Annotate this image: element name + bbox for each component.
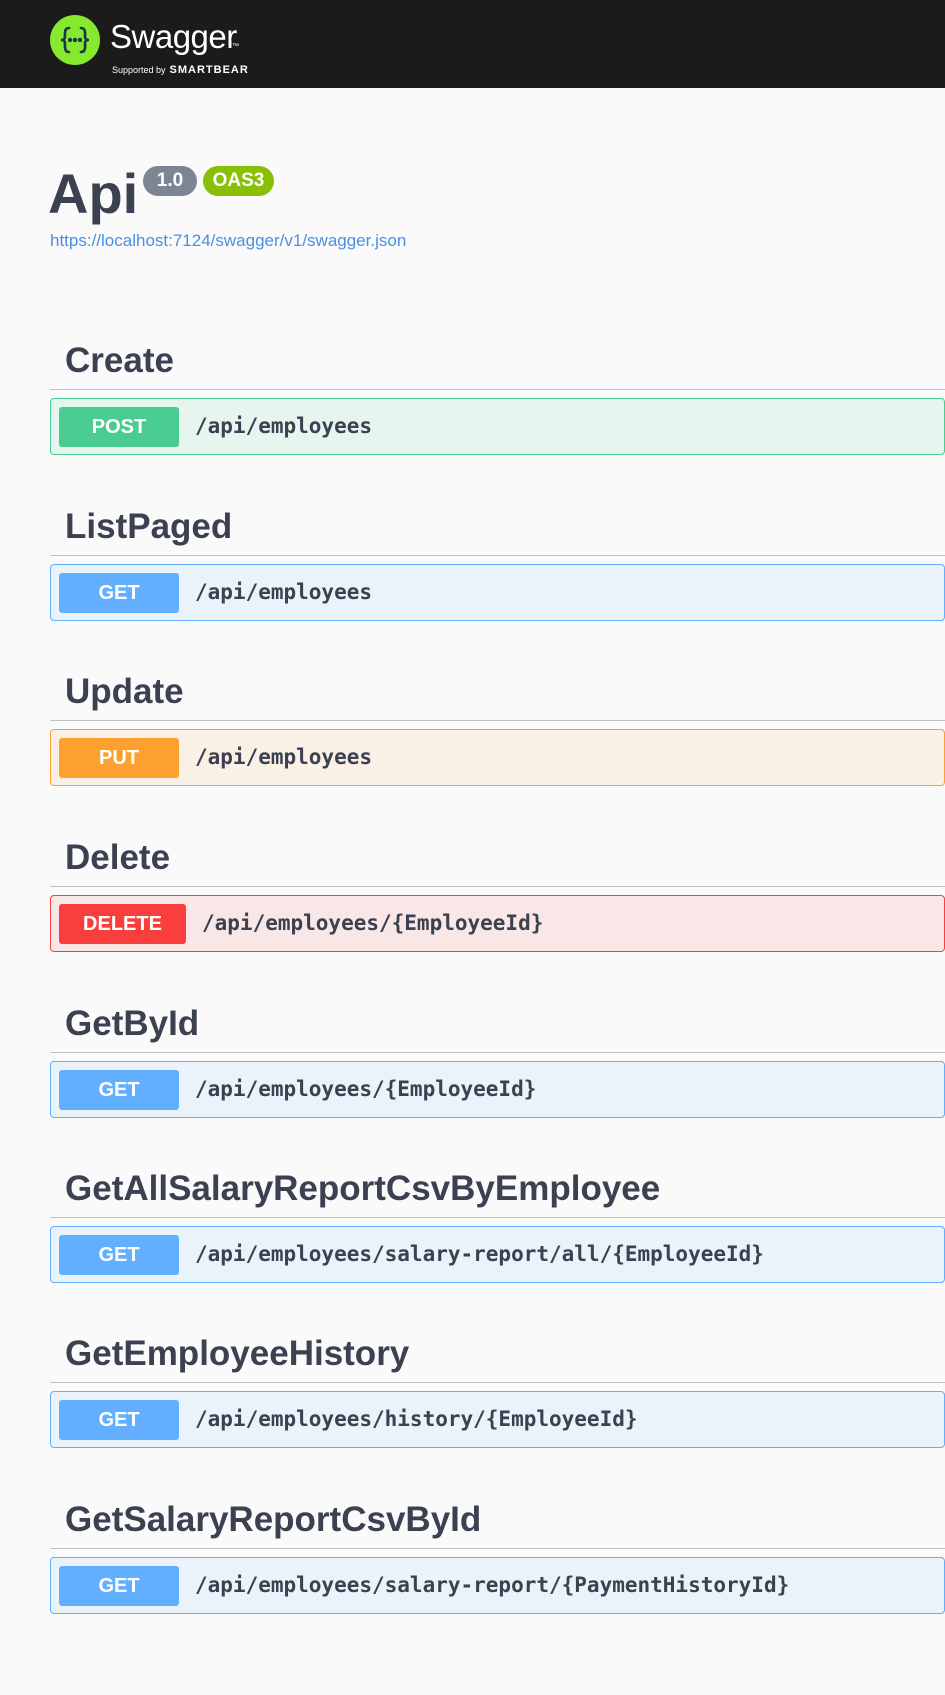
tag-name: Create xyxy=(65,341,174,380)
swagger-logo-icon xyxy=(50,15,100,65)
tag-name: GetById xyxy=(65,1004,200,1043)
opblock-get-salary-report-all[interactable]: GET /api/employees/salary-report/all/{Em… xyxy=(50,1226,945,1283)
logo-supported-by: Supported by SMARTBEAR xyxy=(112,60,249,78)
method-badge: POST xyxy=(59,407,179,447)
tag-name: GetSalaryReportCsvById xyxy=(65,1500,482,1539)
tag-header-update[interactable]: Update xyxy=(50,664,945,721)
endpoint-path: /api/employees/{EmployeeId} xyxy=(202,911,544,935)
endpoint-path: /api/employees/{EmployeeId} xyxy=(195,1077,537,1101)
method-badge: GET xyxy=(59,1400,179,1440)
endpoint-path: /api/employees/salary-report/all/{Employ… xyxy=(195,1242,764,1266)
swagger-logo-link[interactable]: Swagger ™ Supported by SMARTBEAR xyxy=(48,13,268,78)
opblock-post-employees[interactable]: POST /api/employees xyxy=(50,398,945,455)
endpoint-path: /api/employees xyxy=(195,580,373,604)
tag-header-getbyid[interactable]: GetById xyxy=(50,996,945,1053)
smartbear-brand: SMARTBEAR xyxy=(169,64,249,76)
opblock-delete-employee[interactable]: DELETE /api/employees/{EmployeeId} xyxy=(50,895,945,952)
endpoint-path: /api/employees/salary-report/{PaymentHis… xyxy=(195,1573,790,1597)
opblock-get-employee-by-id[interactable]: GET /api/employees/{EmployeeId} xyxy=(50,1061,945,1118)
opblock-put-employees[interactable]: PUT /api/employees xyxy=(50,729,945,786)
tag-header-getemployeehistory[interactable]: GetEmployeeHistory xyxy=(50,1326,945,1383)
api-title: Api xyxy=(48,162,139,225)
supported-by-text: Supported by xyxy=(112,65,166,75)
opblock-get-employee-history[interactable]: GET /api/employees/history/{EmployeeId} xyxy=(50,1391,945,1448)
endpoint-path: /api/employees xyxy=(195,745,373,769)
opblock-get-employees[interactable]: GET /api/employees xyxy=(50,564,945,621)
tag-name: Update xyxy=(65,672,184,711)
tag-name: ListPaged xyxy=(65,507,233,546)
oas-badge: OAS3 xyxy=(203,166,274,196)
tag-header-getallsalaryreportcsvbyemployee[interactable]: GetAllSalaryReportCsvByEmployee xyxy=(50,1161,945,1218)
tag-name: Delete xyxy=(65,838,171,877)
tag-header-delete[interactable]: Delete xyxy=(50,830,945,887)
method-badge: DELETE xyxy=(59,904,186,944)
topbar: Swagger ™ Supported by SMARTBEAR xyxy=(0,0,945,88)
version-badge: 1.0 xyxy=(143,166,197,196)
method-badge: GET xyxy=(59,573,179,613)
method-badge: PUT xyxy=(59,738,179,778)
tag-header-getsalaryreportcsvbyid[interactable]: GetSalaryReportCsvById xyxy=(50,1492,945,1549)
logo-trademark: ™ xyxy=(232,43,239,50)
tag-header-listpaged[interactable]: ListPaged xyxy=(50,499,945,556)
method-badge: GET xyxy=(59,1070,179,1110)
endpoint-path: /api/employees xyxy=(195,414,373,438)
opblock-get-salary-report-by-id[interactable]: GET /api/employees/salary-report/{Paymen… xyxy=(50,1557,945,1614)
method-badge: GET xyxy=(59,1566,179,1606)
endpoint-path: /api/employees/history/{EmployeeId} xyxy=(195,1407,638,1431)
tag-header-create[interactable]: Create xyxy=(50,333,945,390)
method-badge: GET xyxy=(59,1235,179,1275)
tag-name: GetAllSalaryReportCsvByEmployee xyxy=(65,1169,661,1208)
tag-name: GetEmployeeHistory xyxy=(65,1334,410,1373)
logo-name: Swagger xyxy=(110,18,237,55)
spec-url-link[interactable]: https://localhost:7124/swagger/v1/swagge… xyxy=(50,231,406,251)
